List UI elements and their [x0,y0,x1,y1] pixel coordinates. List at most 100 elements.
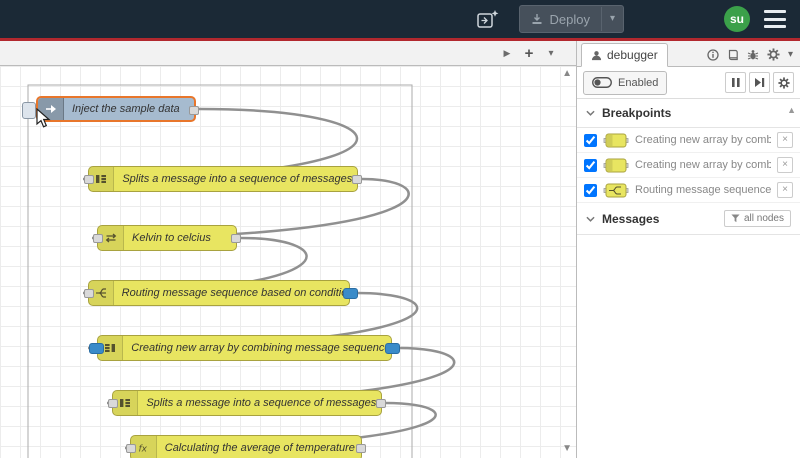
sidebar: debugger ▾ Enabled ▲ Breakpoints Creatin… [576,41,800,458]
breakpoint-marker[interactable] [89,343,104,354]
sidebar-tab-bar: debugger ▾ [577,41,800,67]
play-icon: ▶ [503,47,511,58]
debugger-enabled-toggle[interactable]: Enabled [583,70,668,95]
flow-canvas[interactable]: Inject the sample data Splits a message … [0,66,576,458]
deploy-button[interactable]: Deploy ▾ [518,5,624,33]
sidebar-scroll-up[interactable]: ▲ [787,105,796,115]
deploy-label: Deploy [549,11,590,27]
input-port[interactable] [84,175,94,184]
node-switch[interactable]: Routing message sequence based on condit… [84,280,358,306]
breakpoint-row: Creating new array by combining message … [577,153,800,178]
header-bar: Deploy ▾ su [0,0,800,38]
node-split-2[interactable]: Splits a message into a sequence of mess… [108,390,386,416]
input-port[interactable] [108,399,118,408]
node-red-editor: Deploy ▾ su ▶ + ▾ Inject the sample data… [0,0,800,458]
add-flow-button[interactable]: + [520,45,538,62]
user-avatar[interactable]: su [724,6,750,32]
debugger-toolbar: Enabled [577,67,800,99]
step-forward-icon [755,78,765,87]
enabled-label: Enabled [618,76,659,89]
output-port[interactable] [189,106,199,115]
mini-node-icon [603,158,629,172]
node-label: Inject the sample data [72,103,180,115]
gear-icon [777,76,790,89]
tab-scroll-right-button[interactable]: ▶ [498,48,516,59]
person-icon [591,50,602,60]
main-menu-button[interactable] [764,10,786,28]
node-join[interactable]: Creating new array by combining message … [89,335,400,361]
mini-node-icon [603,183,629,197]
output-port[interactable] [376,399,386,408]
bug-icon [747,49,759,59]
chevron-down-icon [586,110,595,116]
node-function-kelvin[interactable]: Kelvin to celcius [93,225,241,251]
pause-button[interactable] [725,72,746,93]
toggle-on-icon [592,77,612,88]
export-flow-icon [476,9,498,28]
node-label: Calculating the average of temperature [164,442,355,454]
export-flow-button[interactable] [471,6,505,32]
gear-icon [767,48,780,61]
tab-debugger[interactable]: debugger [581,43,668,67]
breakpoint-row: Creating new array by combining message … [577,128,800,153]
book-icon [728,49,738,60]
inject-trigger-button[interactable] [22,102,36,119]
input-port[interactable] [93,234,103,243]
deploy-button-main[interactable]: Deploy [520,12,601,27]
funnel-icon [731,214,740,223]
messages-title: Messages [602,211,660,226]
deploy-icon [532,14,541,24]
workspace-tab-bar: ▶ + ▾ [0,41,576,66]
breakpoint-checkbox[interactable] [584,183,597,197]
help-tab-button[interactable] [727,49,739,61]
inject-icon [38,98,64,120]
hamburger-icon [764,10,786,13]
node-split-1[interactable]: Splits a message into a sequence of mess… [84,166,362,192]
breakpoint-row: Routing message sequence based on condit… [577,178,800,203]
svg-text:fx: fx [139,445,148,455]
breakpoint-checkbox[interactable] [584,158,597,172]
node-label: Routing message sequence based on condit… [121,287,349,299]
info-tab-button[interactable] [707,48,719,61]
output-port[interactable] [356,444,366,453]
output-port[interactable] [352,175,362,184]
chevron-down-icon [586,216,595,222]
node-label: Splits a message into a sequence of mess… [146,397,380,409]
breakpoint-marker[interactable] [385,343,400,354]
plus-icon: + [524,44,534,62]
flow-list-button[interactable]: ▾ [542,48,560,59]
breakpoints-title: Breakpoints [602,106,672,120]
config-tab-button[interactable] [767,48,780,61]
input-port[interactable] [84,289,94,298]
output-port[interactable] [231,234,241,243]
chevron-down-icon: ▾ [787,49,793,60]
canvas-scroll-down[interactable]: ▼ [562,443,572,454]
messages-filter-label: all nodes [743,213,784,224]
breakpoint-checkbox[interactable] [584,133,597,147]
deploy-options-caret[interactable]: ▾ [600,7,623,31]
pause-icon [731,78,740,87]
input-port[interactable] [126,444,136,453]
breakpoint-label: Routing message sequence based on condit… [635,184,771,196]
sidebar-tabs-menu-button[interactable]: ▾ [788,49,793,60]
chevron-down-icon: ▾ [548,47,554,59]
node-label: Kelvin to celcius [132,232,211,244]
breakpoints-section-header[interactable]: Breakpoints [577,99,800,128]
node-function-average[interactable]: fx Calculating the average of temperatur… [126,435,366,458]
remove-breakpoint-button[interactable]: × [777,157,793,173]
info-icon [707,48,719,61]
messages-section-header[interactable]: Messages all nodes [577,203,800,235]
debug-tab-button[interactable] [747,49,759,61]
step-button[interactable] [749,72,770,93]
remove-breakpoint-button[interactable]: × [777,132,793,148]
sidebar-tab-icons: ▾ [707,48,800,66]
messages-filter-button[interactable]: all nodes [723,210,791,227]
remove-breakpoint-button[interactable]: × [777,182,793,198]
breakpoint-marker[interactable] [343,288,358,299]
debugger-settings-button[interactable] [773,72,794,93]
tab-debugger-label: debugger [607,48,658,62]
node-label: Splits a message into a sequence of mess… [122,173,356,185]
canvas-scroll-up[interactable]: ▲ [562,68,572,79]
node-inject[interactable]: Inject the sample data [22,96,199,122]
breakpoint-label: Creating new array by combining message … [635,134,771,146]
